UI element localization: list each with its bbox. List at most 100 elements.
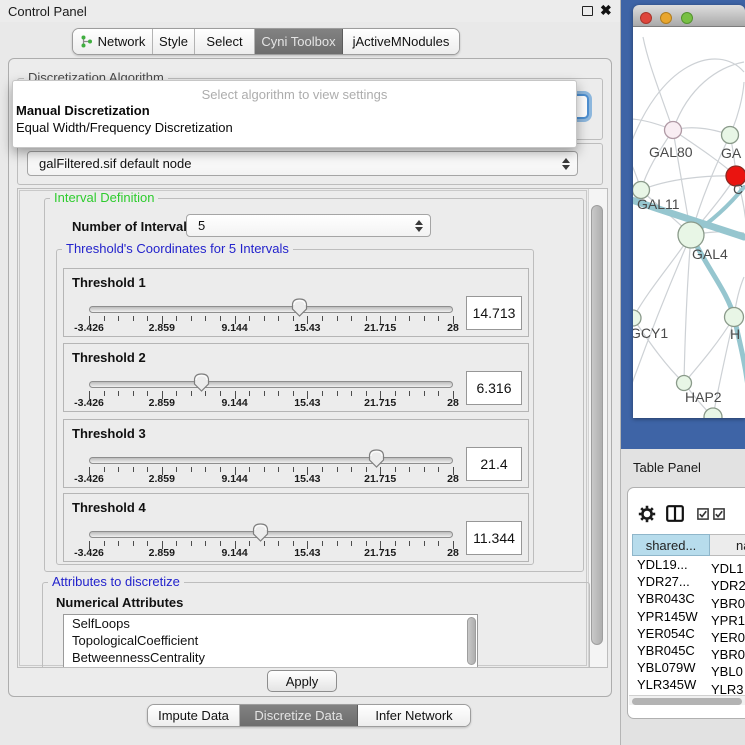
table-horizontal-scrollbar[interactable] bbox=[629, 695, 745, 705]
network-node-green[interactable] bbox=[678, 222, 704, 248]
table-row[interactable]: YDL19...YDL1 bbox=[628, 556, 745, 573]
threshold-box-3: Threshold 3-3.4262.8599.14415.4321.71528… bbox=[63, 419, 529, 488]
network-node-label: GA bbox=[721, 145, 742, 161]
table-row[interactable]: YPR145WYPR1 bbox=[628, 608, 745, 625]
threshold-value-field[interactable]: 14.713 bbox=[466, 296, 522, 330]
apply-button[interactable]: Apply bbox=[267, 670, 337, 692]
network-edge[interactable] bbox=[641, 130, 673, 190]
network-node-green[interactable] bbox=[722, 127, 739, 144]
table-horizontal-scrollbar-thumb[interactable] bbox=[632, 698, 742, 705]
cell-shared-name: YLR345W bbox=[628, 676, 704, 693]
slider-tick-label: 21.715 bbox=[364, 397, 396, 409]
network-edge[interactable] bbox=[641, 176, 736, 190]
network-node-green[interactable] bbox=[704, 408, 722, 418]
network-canvas[interactable]: GAL80GACGAL11GAL4GCY1HHAP2 bbox=[633, 27, 745, 418]
network-edge[interactable] bbox=[633, 235, 691, 392]
slider-tick bbox=[395, 541, 396, 546]
slider-tick bbox=[191, 316, 192, 321]
slider-tick bbox=[147, 467, 148, 472]
attribute-list-item[interactable]: TopologicalCoefficient bbox=[64, 632, 477, 649]
slider-tick bbox=[249, 316, 250, 321]
slider-tick-label: 28 bbox=[447, 473, 459, 485]
number-of-intervals-label: Number of Intervals bbox=[72, 219, 194, 234]
threshold-value-field[interactable]: 6.316 bbox=[466, 371, 522, 405]
slider-tick bbox=[147, 391, 148, 396]
tab-cyni-toolbox[interactable]: Cyni Toolbox bbox=[255, 29, 343, 54]
slider-tick bbox=[322, 316, 323, 321]
checkbox-checked-icon[interactable] bbox=[697, 508, 709, 520]
column-header-shared[interactable]: shared... bbox=[632, 534, 710, 556]
table-row[interactable]: YER054CYER0 bbox=[628, 625, 745, 642]
settings-scrollbar-thumb[interactable] bbox=[591, 205, 603, 645]
threshold-label: Threshold 4 bbox=[72, 500, 146, 515]
slider-tick bbox=[438, 541, 439, 546]
algorithm-dropdown-popup: Select algorithm to view settings Manual… bbox=[12, 80, 577, 148]
slider-thumb[interactable] bbox=[252, 523, 269, 542]
slider-tick bbox=[424, 316, 425, 321]
numerical-attributes-list[interactable]: SelfLoopsTopologicalCoefficientBetweenne… bbox=[63, 614, 478, 667]
slider-tick bbox=[249, 541, 250, 546]
tab-label: Network bbox=[98, 34, 146, 49]
cell-name: YLR3 bbox=[704, 681, 744, 695]
slider-tick bbox=[220, 541, 221, 546]
dropdown-option[interactable]: Manual Discretization bbox=[13, 102, 576, 119]
slider-track[interactable] bbox=[89, 457, 453, 464]
dropdown-option[interactable]: Equal Width/Frequency Discretization bbox=[13, 119, 576, 136]
slider-thumb[interactable] bbox=[193, 373, 210, 392]
slider-tick-label: 2.859 bbox=[149, 547, 175, 559]
network-edge[interactable] bbox=[643, 37, 673, 130]
gear-icon[interactable] bbox=[638, 505, 656, 523]
network-node-label: GAL11 bbox=[637, 196, 680, 212]
slider-tick-label: 28 bbox=[447, 547, 459, 559]
slider-thumb[interactable] bbox=[291, 298, 308, 317]
threshold-value-field[interactable]: 21.4 bbox=[466, 447, 522, 481]
slider-track[interactable] bbox=[89, 531, 453, 538]
attribute-list-item[interactable]: BetweennessCentrality bbox=[64, 649, 477, 666]
tab-network[interactable]: Network bbox=[73, 29, 153, 54]
slider-tick-label: -3.426 bbox=[74, 397, 104, 409]
attributes-list-scrollbar-thumb[interactable] bbox=[467, 617, 476, 665]
attributes-group-title: Attributes to discretize bbox=[48, 575, 184, 589]
float-window-icon[interactable] bbox=[582, 6, 593, 16]
checkbox-checked-icon[interactable] bbox=[713, 508, 725, 520]
table-row[interactable]: YBL079WYBL0 bbox=[628, 659, 745, 676]
minimize-traffic-light[interactable] bbox=[660, 12, 672, 24]
table-row[interactable]: YDR27...YDR2 bbox=[628, 573, 745, 590]
tab-discretize-data[interactable]: Discretize Data bbox=[240, 705, 358, 726]
tab-infer-network[interactable]: Infer Network bbox=[358, 705, 470, 726]
number-of-intervals-combobox[interactable]: 5 bbox=[186, 214, 431, 237]
top-tab-bar: Network StyleSelectCyni ToolboxjActiveMNo… bbox=[72, 28, 460, 55]
tab-label: Discretize Data bbox=[254, 708, 342, 723]
network-node-green[interactable] bbox=[633, 310, 641, 326]
slider-tick bbox=[191, 391, 192, 396]
table-row[interactable]: YBR045CYBR0 bbox=[628, 642, 745, 659]
network-node-label: H bbox=[730, 326, 740, 342]
slider-track[interactable] bbox=[89, 381, 453, 388]
slider-thumb[interactable] bbox=[368, 449, 385, 468]
close-icon[interactable]: ✖ bbox=[600, 2, 612, 19]
dropdown-prompt-option[interactable]: Select algorithm to view settings bbox=[13, 81, 576, 102]
slider-tick bbox=[133, 541, 134, 546]
column-header-name[interactable]: na bbox=[710, 534, 745, 556]
slider-tick bbox=[322, 541, 323, 546]
network-edge[interactable] bbox=[673, 62, 744, 130]
zoom-traffic-light[interactable] bbox=[681, 12, 693, 24]
table-data-combobox[interactable]: galFiltered.sif default node bbox=[27, 151, 578, 176]
tab-jactivemnodules[interactable]: jActiveMNodules bbox=[343, 29, 459, 54]
slider-tick bbox=[337, 541, 338, 546]
table-row[interactable]: YLR345WYLR3 bbox=[628, 676, 745, 693]
network-node-pink[interactable] bbox=[665, 122, 682, 139]
split-columns-icon[interactable] bbox=[666, 505, 684, 522]
tab-select[interactable]: Select bbox=[195, 29, 255, 54]
tab-impute-data[interactable]: Impute Data bbox=[148, 705, 240, 726]
close-traffic-light[interactable] bbox=[640, 12, 652, 24]
network-node-green[interactable] bbox=[725, 308, 744, 327]
slider-tick bbox=[133, 467, 134, 472]
network-edge[interactable] bbox=[684, 235, 691, 383]
tab-style[interactable]: Style bbox=[153, 29, 195, 54]
attribute-list-item[interactable]: SelfLoops bbox=[64, 615, 477, 632]
table-row[interactable]: YBR043CYBR0 bbox=[628, 590, 745, 607]
slider-track[interactable] bbox=[89, 306, 453, 313]
threshold-value-field[interactable]: 11.344 bbox=[466, 521, 522, 555]
network-node-label: C bbox=[733, 181, 743, 197]
